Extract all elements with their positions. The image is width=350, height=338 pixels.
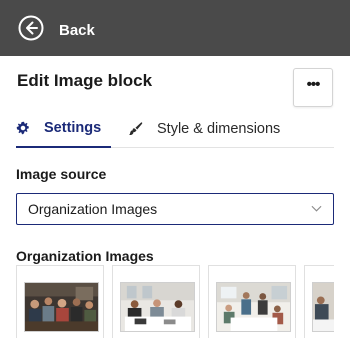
gear-icon	[16, 121, 29, 135]
organization-images-label: Organization Images	[16, 248, 154, 264]
image-thumbnail[interactable]	[208, 265, 296, 338]
presentation-photo-image[interactable]	[216, 282, 291, 332]
office-photo-image[interactable]	[312, 282, 334, 332]
image-thumbnail[interactable]	[16, 265, 104, 338]
meeting-photo-image[interactable]	[120, 282, 195, 332]
image-thumbnail[interactable]	[112, 265, 200, 338]
tab-style-label[interactable]: Style & dimensions	[157, 121, 280, 137]
top-bar: Back	[0, 0, 350, 56]
tab-settings[interactable]: Settings	[16, 110, 111, 148]
more-options-button[interactable]: •••	[293, 68, 333, 107]
image-source-label: Image source	[16, 166, 107, 182]
tab-style-dimensions[interactable]: Style & dimensions	[129, 110, 280, 148]
back-arrow-icon[interactable]	[18, 15, 44, 41]
team-photo-image[interactable]	[24, 282, 99, 332]
tab-settings-label[interactable]: Settings	[44, 120, 101, 136]
paintbrush-icon	[129, 122, 143, 136]
more-options-icon[interactable]: •••	[307, 77, 321, 92]
back-button[interactable]: Back	[18, 15, 95, 41]
image-thumbnail[interactable]	[304, 265, 334, 338]
back-label[interactable]: Back	[59, 22, 95, 39]
image-gallery	[16, 265, 334, 338]
tab-bar: Settings Style & dimensions	[16, 110, 334, 148]
image-source-value[interactable]: Organization Images	[28, 201, 157, 217]
chevron-down-icon[interactable]	[311, 203, 322, 214]
image-source-select[interactable]: Organization Images	[16, 193, 334, 225]
panel-title: Edit Image block	[17, 71, 153, 90]
